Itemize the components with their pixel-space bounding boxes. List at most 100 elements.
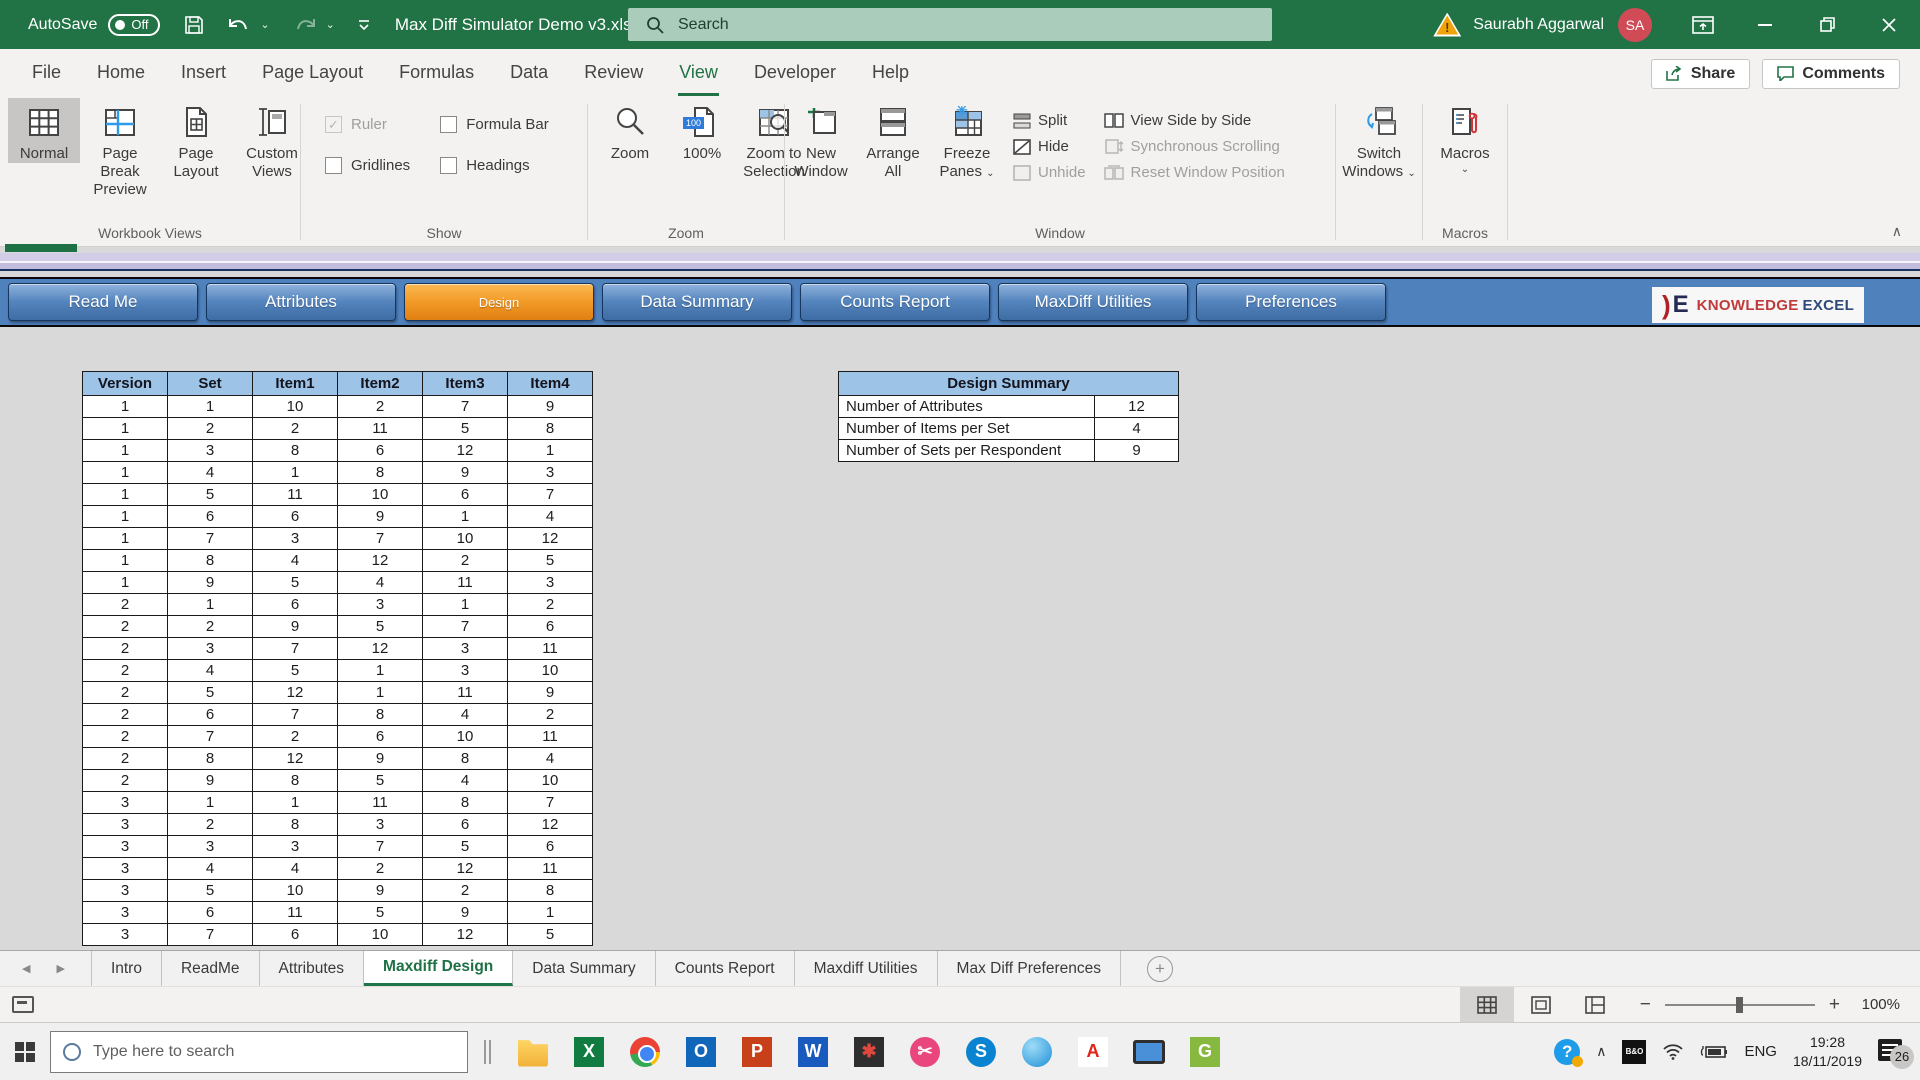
normal-view-toggle[interactable] xyxy=(1460,987,1514,1022)
cell[interactable]: 6 xyxy=(423,484,508,506)
freeze-panes-button[interactable]: ✳ Freeze Panes ⌄ xyxy=(929,98,1005,181)
cell[interactable]: 11 xyxy=(423,572,508,594)
autosave-toggle[interactable]: AutoSave Off xyxy=(28,14,160,36)
design-summary-title[interactable]: Design Summary xyxy=(839,372,1179,396)
cell[interactable]: 2 xyxy=(423,550,508,572)
cell[interactable]: 10 xyxy=(253,880,338,902)
cell[interactable]: 10 xyxy=(423,726,508,748)
cell[interactable]: 2 xyxy=(83,726,168,748)
cell[interactable]: 9 xyxy=(338,880,423,902)
chevron-up-icon[interactable]: ∧ xyxy=(1596,1043,1606,1060)
summary-label-cell[interactable]: Number of Sets per Respondent xyxy=(839,440,1095,462)
cell[interactable]: 6 xyxy=(338,726,423,748)
arrange-all-button[interactable]: Arrange All xyxy=(857,98,929,181)
taskbar-app-button[interactable]: G xyxy=(1177,1023,1233,1080)
cell[interactable]: 12 xyxy=(508,814,593,836)
cell[interactable]: 4 xyxy=(168,660,253,682)
macro-record-icon[interactable] xyxy=(12,996,34,1013)
summary-label-cell[interactable]: Number of Items per Set xyxy=(839,418,1095,440)
cell[interactable]: 9 xyxy=(253,616,338,638)
cell[interactable]: 7 xyxy=(338,528,423,550)
cell[interactable]: 5 xyxy=(508,924,593,946)
sheet-tab[interactable]: Counts Report xyxy=(656,951,795,986)
cell[interactable]: 3 xyxy=(253,528,338,550)
save-icon[interactable] xyxy=(184,15,204,35)
cell[interactable]: 3 xyxy=(83,924,168,946)
cell[interactable]: 6 xyxy=(423,814,508,836)
cell[interactable]: 12 xyxy=(508,528,593,550)
cell[interactable]: 7 xyxy=(168,528,253,550)
cell[interactable]: 1 xyxy=(83,484,168,506)
taskbar-app-button[interactable] xyxy=(617,1023,673,1080)
cell[interactable]: 6 xyxy=(508,616,593,638)
cell[interactable]: 10 xyxy=(423,528,508,550)
cell[interactable]: 9 xyxy=(168,770,253,792)
cell[interactable]: 4 xyxy=(253,858,338,880)
cell[interactable]: 5 xyxy=(168,484,253,506)
notification-center[interactable]: 26 xyxy=(1878,1039,1906,1065)
cell[interactable]: 5 xyxy=(338,902,423,924)
cell[interactable]: 8 xyxy=(168,748,253,770)
cell[interactable]: 2 xyxy=(168,814,253,836)
cell[interactable]: 1 xyxy=(83,506,168,528)
cell[interactable]: 10 xyxy=(253,396,338,418)
nav-button[interactable]: Attributes xyxy=(206,283,396,321)
cell[interactable]: 3 xyxy=(508,572,593,594)
cell[interactable]: 3 xyxy=(83,858,168,880)
cell[interactable]: 7 xyxy=(168,726,253,748)
cell[interactable]: 8 xyxy=(508,880,593,902)
cell[interactable]: 5 xyxy=(338,616,423,638)
autosave-pill[interactable]: Off xyxy=(108,14,160,36)
cell[interactable]: 1 xyxy=(83,418,168,440)
cell[interactable]: 3 xyxy=(83,836,168,858)
cell[interactable]: 12 xyxy=(423,858,508,880)
cell[interactable]: 3 xyxy=(83,880,168,902)
cell[interactable]: 6 xyxy=(168,902,253,924)
sheet-tab[interactable]: Data Summary xyxy=(513,951,655,986)
cell[interactable]: 1 xyxy=(508,902,593,924)
cell[interactable]: 9 xyxy=(338,748,423,770)
cell[interactable]: 5 xyxy=(168,682,253,704)
sheet-nav-left-icon[interactable]: ◀ xyxy=(22,962,30,975)
start-button[interactable] xyxy=(0,1023,50,1080)
cell[interactable]: 9 xyxy=(338,506,423,528)
cell[interactable]: 9 xyxy=(423,462,508,484)
cell[interactable]: 2 xyxy=(83,594,168,616)
cell[interactable]: 8 xyxy=(508,418,593,440)
cell[interactable]: 8 xyxy=(253,770,338,792)
cell[interactable]: 8 xyxy=(423,748,508,770)
zoom-100-button[interactable]: 100 100% xyxy=(666,98,738,163)
cell[interactable]: 2 xyxy=(83,660,168,682)
unhide-button[interactable]: Unhide xyxy=(1013,164,1086,181)
cell[interactable]: 2 xyxy=(253,418,338,440)
cell[interactable]: 6 xyxy=(253,924,338,946)
sheet-tab[interactable]: Maxdiff Utilities xyxy=(795,951,938,986)
restore-button[interactable] xyxy=(1796,0,1858,49)
cell[interactable]: 5 xyxy=(253,660,338,682)
zoom-level[interactable]: 100% xyxy=(1856,996,1900,1013)
cell[interactable]: 2 xyxy=(83,770,168,792)
cell[interactable]: 12 xyxy=(423,440,508,462)
cell[interactable]: 2 xyxy=(168,418,253,440)
cell[interactable]: 7 xyxy=(253,704,338,726)
add-sheet-button[interactable]: + xyxy=(1147,956,1173,982)
cell[interactable]: 2 xyxy=(168,616,253,638)
cell[interactable]: 1 xyxy=(338,660,423,682)
cell[interactable]: 11 xyxy=(338,792,423,814)
account-name[interactable]: Saurabh Aggarwal xyxy=(1473,16,1604,34)
design-table-header-cell[interactable]: Item3 xyxy=(423,372,508,396)
page-break-preview-button[interactable]: Page Break Preview xyxy=(84,98,156,199)
taskbar-app-button[interactable]: ✂ xyxy=(897,1023,953,1080)
cell[interactable]: 11 xyxy=(508,858,593,880)
cell[interactable]: 12 xyxy=(423,924,508,946)
taskbar-app-button[interactable] xyxy=(1121,1023,1177,1080)
cell[interactable]: 11 xyxy=(423,682,508,704)
cell[interactable]: 1 xyxy=(83,462,168,484)
redo-icon[interactable] xyxy=(292,15,318,35)
design-table-header-cell[interactable]: Version xyxy=(83,372,168,396)
cell[interactable]: 10 xyxy=(508,770,593,792)
show-checkbox[interactable]: Ruler xyxy=(325,116,410,133)
cell[interactable]: 12 xyxy=(338,638,423,660)
view-side-by-side-button[interactable]: View Side by Side xyxy=(1104,112,1285,129)
taskbar-app-button[interactable]: S xyxy=(953,1023,1009,1080)
